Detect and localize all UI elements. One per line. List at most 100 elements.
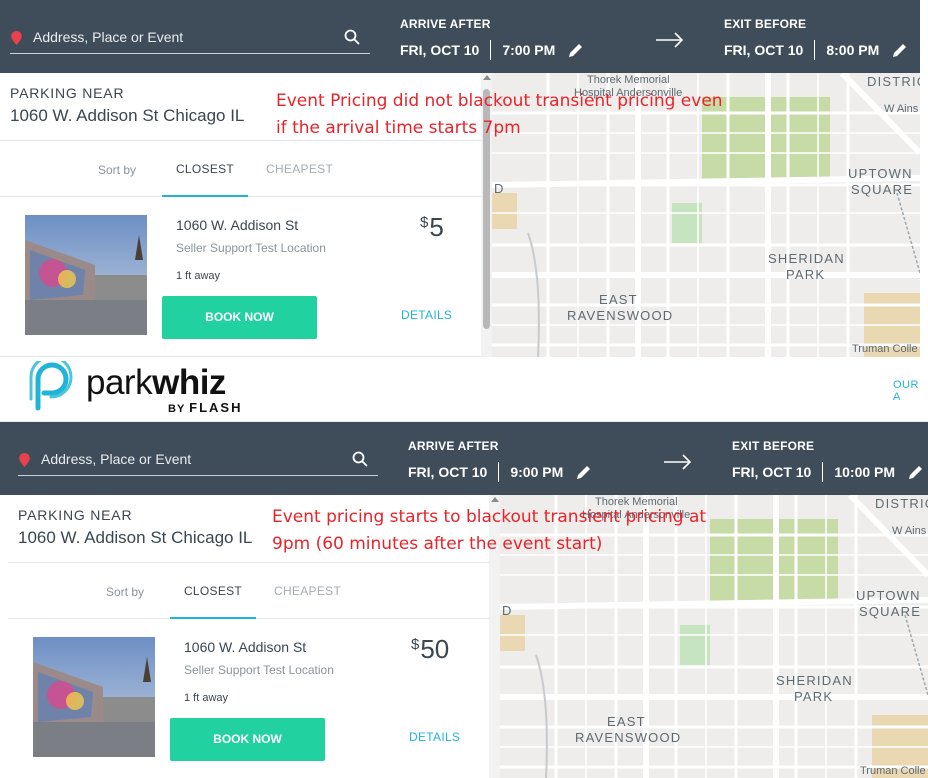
- listing-distance: 1 ft away: [184, 692, 229, 704]
- annotation-line-2: 9pm (60 minutes after the event start): [272, 534, 603, 554]
- screenshot-2: Address, Place or Event ARRIVE AFTER FRI…: [0, 422, 928, 778]
- map-label-sheridan: SHERIDAN: [768, 251, 845, 266]
- map-label-square: SQUARE: [859, 604, 921, 619]
- map-label-ravenswood: RAVENSWOOD: [575, 730, 681, 745]
- search-placeholder: Address, Place or Event: [33, 29, 184, 45]
- annotation-line-2: if the arrival time starts 7pm: [276, 118, 521, 138]
- search-header: Address, Place or Event ARRIVE AFTER FRI…: [0, 0, 920, 73]
- byline-brand: FLASH: [189, 400, 243, 415]
- brand-byline: BY FLASH: [168, 400, 243, 415]
- divider: [822, 462, 824, 482]
- price-value: 5: [429, 212, 444, 242]
- arrive-datetime[interactable]: FRI, OCT 10 9:00 PM: [408, 462, 591, 482]
- nav-link-our[interactable]: OUR A: [893, 379, 928, 403]
- parking-near-label: PARKING NEAR: [10, 85, 125, 101]
- currency-symbol: $: [411, 636, 420, 653]
- map-label-uptown: UPTOWN: [848, 166, 913, 181]
- annotation-line-1: Event pricing starts to blackout transie…: [272, 507, 707, 527]
- map-label-sheridan: SHERIDAN: [776, 673, 853, 688]
- location-photo: [25, 215, 147, 335]
- search-icon[interactable]: [344, 29, 360, 45]
- arrive-after-label: ARRIVE AFTER: [408, 439, 499, 453]
- divider: [490, 40, 492, 60]
- parking-near-address: 1060 W. Addison St Chicago IL: [18, 528, 253, 547]
- book-now-button[interactable]: BOOK NOW: [170, 718, 325, 761]
- exit-date: FRI, OCT 10: [724, 42, 804, 58]
- price-value: 50: [420, 634, 450, 664]
- map-label-east: EAST: [599, 292, 638, 307]
- site-header: parkwhiz BY FLASH OUR A: [0, 357, 928, 422]
- scroll-up-arrow[interactable]: [491, 497, 499, 502]
- search-input[interactable]: Address, Place or Event: [18, 447, 378, 476]
- tab-cheapest[interactable]: CHEAPEST: [266, 162, 333, 176]
- map-label-d: D: [494, 181, 505, 196]
- parking-near-label: PARKING NEAR: [18, 507, 133, 523]
- listing-subtitle: Seller Support Test Location: [176, 241, 326, 255]
- listing-price: $5: [420, 212, 444, 243]
- listing-card[interactable]: 1060 W. Addison St Seller Support Test L…: [8, 620, 490, 778]
- details-link[interactable]: DETAILS: [409, 730, 460, 744]
- map-label-ainslie: W Ains: [884, 103, 919, 115]
- exit-datetime[interactable]: FRI, OCT 10 10:00 PM: [732, 462, 923, 482]
- map-label-east: EAST: [607, 714, 646, 729]
- parkwhiz-logo-icon[interactable]: [24, 361, 78, 413]
- currency-symbol: $: [420, 214, 429, 231]
- arrive-date: FRI, OCT 10: [400, 42, 480, 58]
- brand-name-part1: park: [86, 363, 153, 402]
- exit-before-label: EXIT BEFORE: [732, 439, 815, 453]
- search-placeholder: Address, Place or Event: [41, 451, 192, 467]
- map-label-park: PARK: [786, 267, 825, 282]
- map-label-uptown: UPTOWN: [856, 588, 921, 603]
- brand-name-part2: whiz: [152, 363, 226, 402]
- divider: [814, 40, 816, 60]
- search-input[interactable]: Address, Place or Event: [10, 25, 370, 54]
- annotation-text: Event Pricing did not blackout transient…: [276, 88, 723, 142]
- exit-date: FRI, OCT 10: [732, 464, 812, 480]
- annotation-line-1: Event Pricing did not blackout transient…: [276, 91, 723, 111]
- arrive-date: FRI, OCT 10: [408, 464, 488, 480]
- map-label-park: PARK: [794, 689, 833, 704]
- arrow-right-icon: [656, 32, 684, 48]
- map-label-hospital: Thorek Memorial: [587, 74, 670, 86]
- tab-closest[interactable]: CLOSEST: [162, 141, 248, 197]
- map-label-square: SQUARE: [851, 182, 913, 197]
- arrive-time: 9:00 PM: [510, 464, 564, 480]
- arrive-datetime[interactable]: FRI, OCT 10 7:00 PM: [400, 40, 583, 60]
- divider: [498, 462, 500, 482]
- byline-prefix: BY: [168, 403, 186, 415]
- sort-by-label: Sort by: [106, 585, 145, 599]
- pencil-icon[interactable]: [569, 43, 583, 57]
- map-pin-icon: [19, 453, 30, 467]
- screenshot-1: Address, Place or Event ARRIVE AFTER FRI…: [0, 0, 928, 357]
- listing-name: 1060 W. Addison St: [184, 639, 307, 655]
- map-pin-icon: [11, 31, 22, 45]
- map-label-district: DISTRIC: [867, 74, 920, 89]
- listing-distance: 1 ft away: [176, 270, 221, 282]
- location-photo: [33, 637, 155, 757]
- brand-wordmark[interactable]: parkwhiz: [86, 363, 226, 403]
- listing-card[interactable]: 1060 W. Addison St Seller Support Test L…: [0, 198, 482, 357]
- pencil-icon[interactable]: [909, 465, 923, 479]
- book-now-button[interactable]: BOOK NOW: [162, 296, 317, 339]
- scroll-up-arrow[interactable]: [483, 75, 491, 80]
- map-label-ravenswood: RAVENSWOOD: [567, 308, 673, 323]
- pencil-icon[interactable]: [893, 43, 907, 57]
- map-label-district: DISTRIC: [875, 496, 928, 511]
- parking-near-address: 1060 W. Addison St Chicago IL: [10, 106, 245, 125]
- sort-bar: Sort by CLOSEST CHEAPEST: [0, 140, 482, 197]
- map-label-truman: Truman Colle: [852, 343, 918, 355]
- arrive-time: 7:00 PM: [502, 42, 556, 58]
- arrive-after-label: ARRIVE AFTER: [400, 17, 491, 31]
- arrow-right-icon: [664, 454, 692, 470]
- exit-before-label: EXIT BEFORE: [724, 17, 807, 31]
- map-label-truman: Truman Colle: [860, 765, 926, 777]
- search-icon[interactable]: [352, 451, 368, 467]
- tab-cheapest[interactable]: CHEAPEST: [274, 584, 341, 598]
- sort-by-label: Sort by: [98, 163, 137, 177]
- tab-closest[interactable]: CLOSEST: [170, 563, 256, 619]
- exit-time: 10:00 PM: [834, 464, 896, 480]
- exit-datetime[interactable]: FRI, OCT 10 8:00 PM: [724, 40, 907, 60]
- pencil-icon[interactable]: [577, 465, 591, 479]
- listing-price: $50: [411, 634, 449, 665]
- details-link[interactable]: DETAILS: [401, 308, 452, 322]
